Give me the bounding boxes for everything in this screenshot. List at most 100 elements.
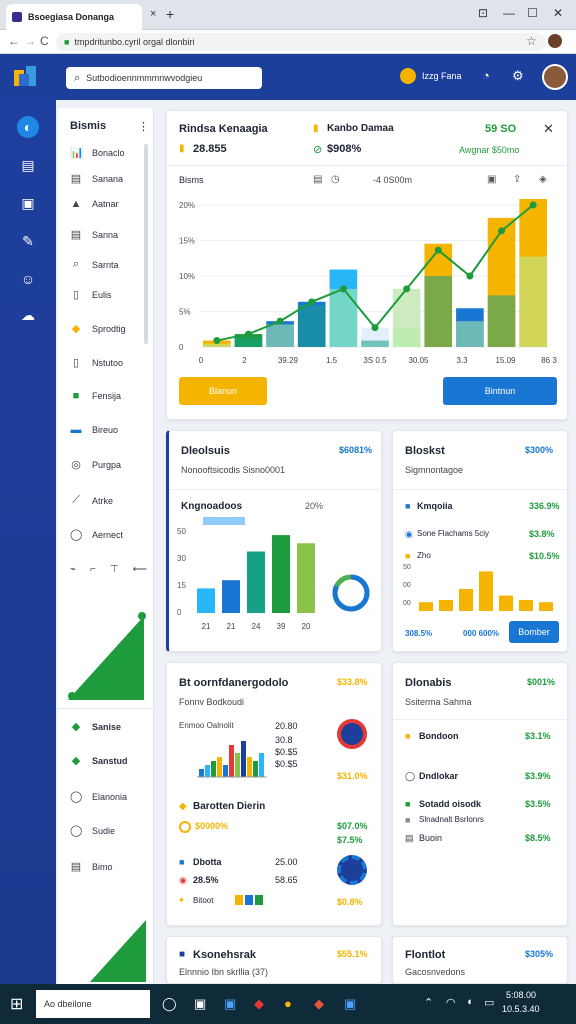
tray-up-icon[interactable]: ⌃	[424, 996, 433, 1009]
tab-close-icon[interactable]: ×	[150, 8, 156, 20]
app-header: ⌕ Sutbodioennmmmnwvodgieu Izzg Fana ◔ ⚙	[0, 54, 576, 100]
sidebar-item-icon: ▤	[70, 173, 82, 185]
rail-edit-icon[interactable]: ✎	[17, 230, 39, 252]
sidebar-scrollbar[interactable]	[144, 144, 148, 344]
y-tick-label: 10%	[179, 272, 195, 281]
forward-icon[interactable]: →	[24, 34, 36, 48]
rail-users-icon[interactable]: ☺	[17, 268, 39, 290]
sidebar-item[interactable]: ◎ Purgpa	[70, 458, 121, 471]
tray-sound-icon[interactable]: ◖	[466, 996, 473, 1008]
mid-sec2-badge-icon	[337, 855, 367, 885]
search-input[interactable]: Sutbodioennmmmnwvodgieu	[86, 73, 202, 83]
sidebar-item[interactable]: ▯ Nstutoo	[70, 356, 123, 369]
tray-network-icon[interactable]: ◠	[446, 996, 456, 1009]
chart-filter-icon[interactable]: ▤	[313, 174, 322, 185]
new-tab-button[interactable]: +	[166, 6, 174, 22]
rail-reports-icon[interactable]: ▤	[17, 154, 39, 176]
taskbar-app5-icon[interactable]: ◆	[314, 996, 324, 1012]
sidebar-tool-icon[interactable]: ⌁	[70, 564, 76, 575]
reload-icon[interactable]: C	[40, 34, 49, 48]
back-icon[interactable]: ←	[8, 34, 20, 48]
x-tick-label: 3S 0.5	[363, 356, 387, 365]
stat2-label-icon: ▮	[313, 123, 319, 134]
sidebar-item[interactable]: ▤ Sanna	[70, 228, 118, 241]
start-icon[interactable]: ⊞	[10, 994, 23, 1014]
rail-window-icon[interactable]: ▣	[17, 192, 39, 214]
sidebar-bottom-item[interactable]: ◆ Sanstud	[70, 754, 128, 767]
primary-blue-button[interactable]: Bintnun	[443, 377, 557, 405]
taskbar-app1-icon[interactable]: ▣	[194, 996, 206, 1012]
avatar[interactable]	[542, 64, 568, 90]
window-extra-icon[interactable]: ⊡	[478, 6, 488, 20]
bar	[419, 602, 433, 611]
x-tick-label: 3.3	[456, 356, 468, 365]
rail-home-icon[interactable]: ◐	[17, 116, 39, 138]
taskbar-app6-icon[interactable]: ▣	[344, 996, 356, 1012]
sidebar-more-icon[interactable]: ⋮	[138, 120, 149, 133]
sidebar-item[interactable]: ▤ Sanana	[70, 172, 123, 185]
bottom2-title: Flontlot	[405, 949, 446, 961]
sidebar-item[interactable]: ▯ Eulis	[70, 288, 112, 301]
bar	[199, 769, 204, 777]
sidebar-item-label: Sanna	[92, 229, 119, 240]
y-tick-label: 15	[177, 581, 186, 590]
taskbar-app3-icon[interactable]: ◆	[254, 996, 264, 1012]
url-field[interactable]: ■ tmpdritunbo.cyril orgal dlonbiri	[56, 33, 546, 51]
close-window-icon[interactable]: ✕	[553, 6, 563, 20]
taskbar-app2-icon[interactable]: ▣	[224, 996, 236, 1012]
bottom1-icon: ■	[179, 949, 186, 960]
mid-swatch-blue	[245, 895, 253, 905]
sidebar-tool-icon[interactable]: ⌐	[90, 564, 96, 575]
rail-cloud-icon[interactable]: ☁	[17, 304, 39, 326]
sidebar-item[interactable]: ▲ Aatnar	[70, 198, 119, 210]
task-view-icon[interactable]: ◯	[162, 996, 177, 1012]
y-tick-label: 50	[177, 527, 186, 536]
maximize-icon[interactable]: ☐	[527, 6, 538, 20]
sidebar-item[interactable]: ▬ Bireuo	[70, 424, 119, 436]
settings-icon[interactable]: ⚙	[512, 68, 524, 84]
chart-pin-icon[interactable]: ◈	[539, 174, 547, 185]
sidebar-item[interactable]: 📊 Bonaclo	[70, 146, 125, 159]
sidebar-bottom-item[interactable]: ◆ Sanise	[70, 720, 121, 733]
sidebar-item[interactable]: ⌕ Sarnta	[70, 258, 119, 271]
sidebar-item[interactable]: ◯ Aernect	[70, 528, 123, 541]
mid-subtitle: Fonnv Bodkoudi	[179, 697, 245, 707]
sidebar-bottom-item[interactable]: ▤ Bimo	[70, 860, 113, 873]
sidebar-item-icon: ◆	[71, 721, 81, 733]
browser-tab[interactable]: Bsoegiasa Donanga	[6, 4, 142, 30]
chart-clock-icon[interactable]: ◷	[331, 174, 340, 185]
sidebar-item[interactable]: ■ Fensija	[70, 390, 121, 402]
sidebar-tool-icon[interactable]: ⟵	[133, 564, 147, 575]
sidebar-tool-icon[interactable]: ⊤	[110, 564, 119, 575]
right1-xleft: 308.5%	[405, 629, 433, 638]
user-menu[interactable]: Izzg Fana	[400, 68, 462, 84]
sidebar-item-icon: ■	[72, 390, 80, 402]
sidebar-item[interactable]: ◆ Sprodtig	[70, 322, 126, 335]
right1-button[interactable]: Bomber	[509, 621, 559, 643]
primary-yellow-button[interactable]: Blanun	[179, 377, 267, 405]
search-box[interactable]: ⌕ Sutbodioennmmmnwvodgieu	[66, 67, 262, 89]
sidebar: Bismis ⋮ 📊 Bonaclo ▤ Sanana ▲ Aatnar ▤ Sanna ⌕ Sa…	[58, 108, 154, 984]
profile-avatar[interactable]	[548, 34, 562, 48]
tray-chat-icon[interactable]: ▭	[484, 996, 494, 1009]
chart-export-icon[interactable]: ▣	[487, 174, 496, 185]
sidebar-item[interactable]: ⟋ Atrke	[70, 494, 113, 507]
sidebar-item-icon: ▯	[72, 289, 80, 301]
trend-point	[339, 285, 347, 293]
bars-chart: 50 30 15 0 21 21 24 39 20	[177, 517, 370, 631]
bar	[247, 757, 252, 777]
minimize-icon[interactable]: —	[503, 6, 515, 20]
taskbar-app4-icon[interactable]: ●	[284, 996, 292, 1011]
bottom1-sub: Elnnnio Ibn skrllia (37)	[179, 967, 269, 977]
taskbar-search[interactable]: Ao dbeilone	[36, 990, 150, 1018]
sidebar-bottom-item[interactable]: ◯ Sudie	[70, 824, 115, 837]
sidebar-bottom-item[interactable]: ◯ Elanonia	[70, 790, 127, 803]
bookmark-star-icon[interactable]: ☆	[526, 34, 537, 48]
notification-icon[interactable]: ◔	[482, 68, 490, 83]
close-card-icon[interactable]: ✕	[543, 121, 554, 137]
mid-sec-title: Barotten Dierin	[193, 801, 266, 812]
app-logo-icon[interactable]	[14, 66, 38, 88]
chart-share-icon[interactable]: ⇪	[513, 174, 521, 185]
y-tick-label: 5%	[179, 308, 191, 317]
sidebar-growth-graphic-2	[90, 920, 146, 982]
